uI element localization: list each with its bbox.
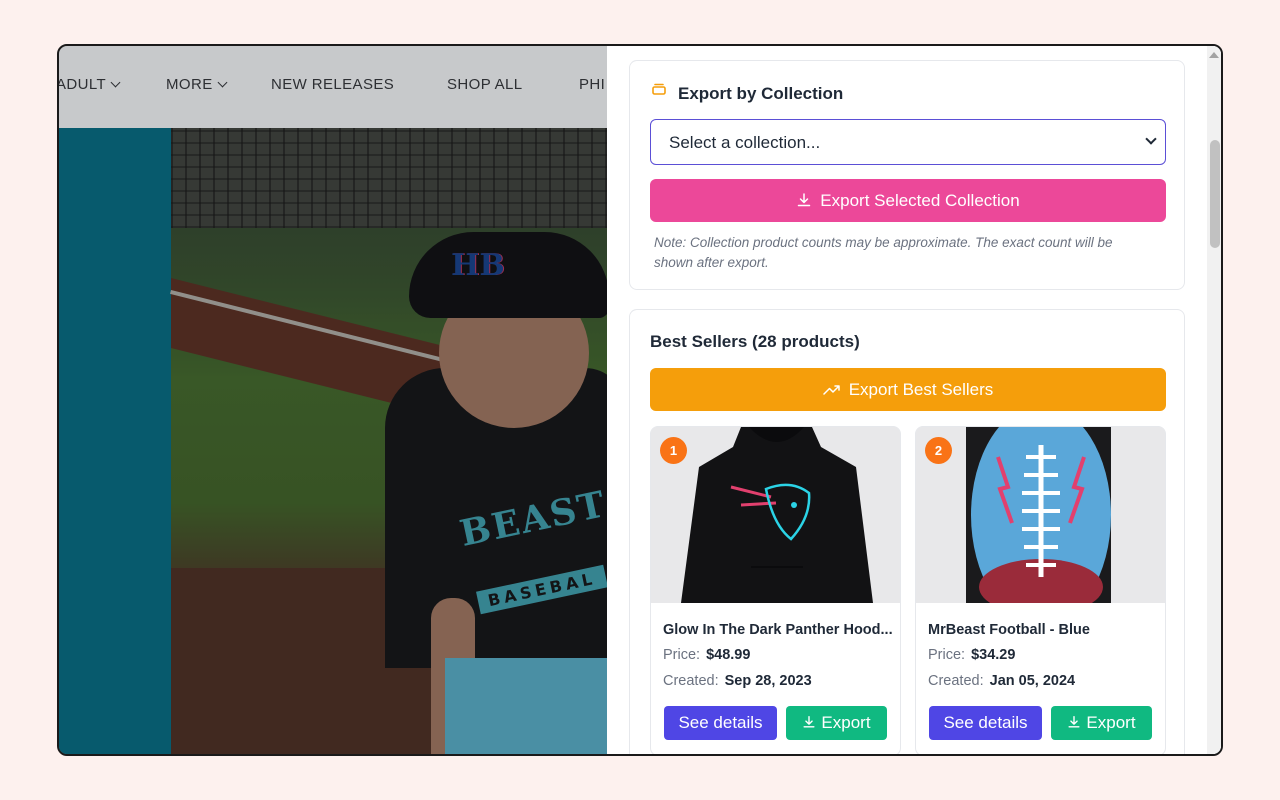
price-value: $34.29 [971,647,1016,663]
product-created-row: Created: Jan 05, 2024 [928,673,1075,689]
best-sellers-title: Best Sellers (28 products) [650,332,860,351]
price-label: Price: [928,647,966,663]
product-price-row: Price: $34.29 [928,647,1015,663]
export-product-label: Export [821,713,871,732]
collection-select[interactable]: Select a collection... [650,119,1166,165]
collection-stack-icon [652,83,666,95]
created-value: Jan 05, 2024 [989,673,1076,689]
product-card: 1 Glow In The Dark Panther Hood... Price… [650,426,901,754]
download-icon [1068,715,1080,728]
export-collection-button[interactable]: Export Selected Collection [650,179,1166,222]
export-product-button[interactable]: Export [786,706,887,740]
chevron-down-icon [217,77,228,88]
nav-item-phi[interactable]: PHI [579,76,605,93]
chevron-down-icon [110,77,121,88]
price-label: Price: [663,647,701,663]
export-best-sellers-button[interactable]: Export Best Sellers [650,368,1166,411]
product-card: 2 MrBeast Football - Blue Price: $34.29 C… [915,426,1166,754]
export-product-label: Export [1086,713,1136,732]
nav-label: ADULT [59,76,107,93]
chevron-down-icon [1145,133,1157,145]
product-created-row: Created: Sep 28, 2023 [663,673,812,689]
rank-badge: 2 [925,437,952,464]
collection-note: Note: Collection product counts may be a… [654,235,1113,270]
export-best-sellers-label: Export Best Sellers [848,380,994,399]
trending-up-icon [822,384,840,395]
browser-frame: ADULT MORE NEW RELEASES SHOP ALL PHI HB … [57,44,1223,756]
price-value: $48.99 [706,647,751,663]
collection-title: Export by Collection [678,84,844,103]
nav-item-adult[interactable]: ADULT [59,76,121,93]
football-image [916,427,1165,603]
nav-item-new-releases[interactable]: NEW RELEASES [271,76,394,93]
created-value: Sep 28, 2023 [724,673,812,689]
best-sellers-card: Best Sellers (28 products) Export Best S… [629,309,1185,754]
rank-badge: 1 [660,437,687,464]
export-product-button[interactable]: Export [1051,706,1152,740]
hoodie-image [651,427,900,603]
product-image[interactable]: 1 [651,427,900,603]
product-image[interactable]: 2 [916,427,1165,603]
see-details-button[interactable]: See details [929,706,1042,740]
dim-overlay[interactable] [59,46,607,754]
website-background: ADULT MORE NEW RELEASES SHOP ALL PHI HB … [59,46,607,754]
scrollbar-thumb[interactable] [1210,140,1220,248]
download-icon [798,192,811,206]
export-collection-label: Export Selected Collection [820,191,1020,210]
export-panel: Export by Collection Select a collection… [607,46,1221,754]
download-icon [803,715,815,728]
scroll-up-arrow-icon[interactable] [1209,52,1219,58]
nav-item-more[interactable]: MORE [166,76,228,93]
collection-card: Export by Collection Select a collection… [629,60,1185,290]
product-name: MrBeast Football - Blue [928,622,1090,638]
see-details-button[interactable]: See details [664,706,777,740]
nav-item-shop-all[interactable]: SHOP ALL [447,76,522,93]
collection-select-value: Select a collection... [669,133,821,152]
created-label: Created: [928,673,984,689]
scrollbar[interactable] [1207,46,1221,754]
product-name: Glow In The Dark Panther Hood... [663,622,893,638]
site-nav: ADULT MORE NEW RELEASES SHOP ALL PHI [59,46,607,128]
product-price-row: Price: $48.99 [663,647,750,663]
created-label: Created: [663,673,719,689]
nav-label: MORE [166,76,213,93]
